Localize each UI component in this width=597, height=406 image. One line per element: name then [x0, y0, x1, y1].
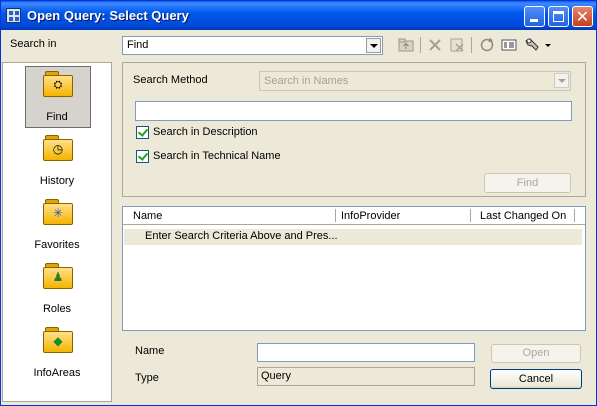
nav-item-find[interactable]: ⛭ Find: [3, 65, 111, 129]
nav-item-roles[interactable]: ♟ Roles: [3, 257, 111, 321]
toolbar-separator: [471, 37, 472, 53]
column-header-infoprovider[interactable]: InfoProvider: [341, 210, 400, 222]
refresh-icon[interactable]: [478, 36, 496, 54]
open-button[interactable]: Open: [491, 344, 581, 363]
search-method-dropdown[interactable]: Search in Names: [259, 71, 571, 91]
search-in-technical-name-checkbox[interactable]: [136, 150, 149, 163]
nav-label-favorites: Favorites: [34, 239, 80, 251]
nav-label-find: Find: [46, 111, 68, 123]
search-in-dropdown[interactable]: Find: [122, 36, 383, 55]
window-title: Open Query: Select Query: [27, 8, 189, 23]
results-list[interactable]: Name InfoProvider Last Changed On Enter …: [122, 206, 586, 331]
name-label: Name: [135, 345, 165, 357]
folder-up-icon[interactable]: [397, 36, 415, 54]
delete-icon[interactable]: [426, 36, 444, 54]
column-divider[interactable]: [574, 209, 575, 222]
person-folder-icon: ♟: [43, 263, 73, 289]
maximize-button[interactable]: [548, 6, 569, 27]
search-term-input[interactable]: [135, 101, 572, 121]
search-method-label: Search Method: [133, 74, 208, 86]
find-button[interactable]: Find: [484, 173, 571, 193]
nav-label-roles: Roles: [42, 303, 72, 315]
minimize-icon: [530, 19, 538, 22]
window-icon: [6, 8, 21, 23]
tools-dropdown-icon[interactable]: [523, 36, 553, 54]
search-method-value: Search in Names: [264, 75, 349, 87]
title-bar[interactable]: Open Query: Select Query ✕: [1, 1, 596, 30]
nav-item-history[interactable]: ◷ History: [3, 129, 111, 193]
toolbar-separator: [420, 37, 421, 53]
column-divider[interactable]: [470, 209, 471, 222]
cancel-button[interactable]: Cancel: [490, 369, 582, 389]
nav-label-infoareas: InfoAreas: [33, 367, 81, 379]
diamond-folder-icon: ◆: [43, 327, 73, 353]
chevron-down-icon[interactable]: [554, 73, 569, 88]
column-divider[interactable]: [335, 209, 336, 222]
search-in-description-checkbox[interactable]: [136, 126, 149, 139]
close-icon: ✕: [575, 7, 590, 26]
maximize-icon: [553, 11, 564, 22]
clock-folder-icon: ◷: [43, 135, 73, 161]
search-group: Search Method Search in Names Search in …: [122, 62, 586, 197]
column-header-last-changed[interactable]: Last Changed On: [480, 210, 566, 222]
table-cell-name: Enter Search Criteria Above and Pres...: [145, 230, 338, 242]
type-label: Type: [135, 372, 159, 384]
delete-entry-icon[interactable]: [448, 36, 466, 54]
close-button[interactable]: ✕: [572, 6, 593, 27]
open-query-dialog: Open Query: Select Query ✕ Search in Fin…: [0, 0, 597, 406]
chevron-down-icon[interactable]: [366, 38, 381, 53]
nav-item-favorites[interactable]: ✳ Favorites: [3, 193, 111, 257]
search-in-label: Search in: [10, 38, 57, 50]
column-header-name[interactable]: Name: [133, 210, 162, 222]
search-in-value: Find: [127, 39, 149, 51]
name-input[interactable]: [257, 343, 475, 362]
nav-item-infoareas[interactable]: ◆ InfoAreas: [3, 321, 111, 385]
details-view-icon[interactable]: [500, 36, 518, 54]
table-row[interactable]: Enter Search Criteria Above and Pres...: [124, 229, 582, 245]
type-field: Query: [257, 367, 475, 386]
type-value: Query: [261, 370, 291, 382]
binoculars-folder-icon: ⛭: [43, 71, 73, 97]
nav-label-history: History: [39, 175, 75, 187]
star-folder-icon: ✳: [43, 199, 73, 225]
search-in-description-label[interactable]: Search in Description: [153, 126, 258, 138]
search-in-technical-name-label[interactable]: Search in Technical Name: [153, 150, 281, 162]
minimize-button[interactable]: [524, 6, 545, 27]
navigation-pane: ⛭ Find ◷ History ✳ Favorites ♟ Roles ◆ I…: [2, 62, 112, 402]
